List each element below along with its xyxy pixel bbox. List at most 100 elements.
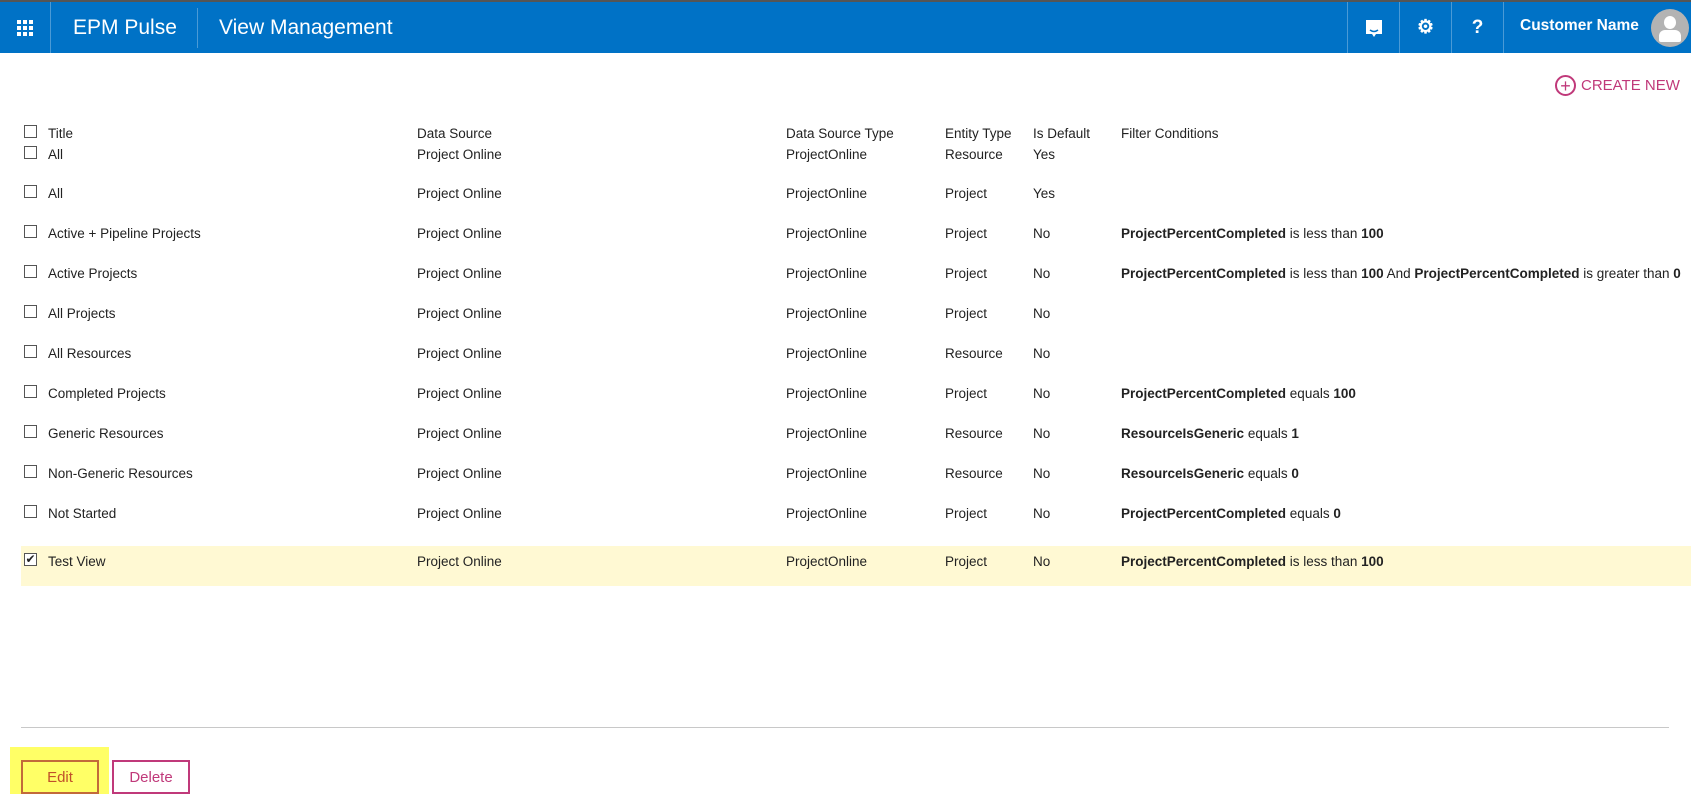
row-checkbox[interactable] (24, 146, 37, 159)
page-title: View Management (219, 16, 393, 39)
row-data-source: Project Online (417, 506, 502, 521)
row-data-source: Project Online (417, 147, 502, 162)
filter-operator: is greater than (1579, 266, 1674, 281)
delete-button[interactable]: Delete (112, 760, 190, 794)
feedback-icon (1365, 19, 1382, 37)
app-launcher-button[interactable] (0, 2, 51, 53)
row-data-source: Project Online (417, 466, 502, 481)
row-data-source-type: ProjectOnline (786, 386, 868, 401)
row-data-source-type: ProjectOnline (786, 554, 868, 569)
table-row[interactable]: Completed Projects Project Online Projec… (21, 378, 1691, 418)
filter-term: ProjectPercentCompleted (1121, 554, 1287, 569)
feedback-button[interactable] (1347, 2, 1399, 53)
row-title: All Resources (48, 346, 132, 361)
filter-operator: equals (1286, 506, 1334, 521)
row-checkbox[interactable] (24, 465, 37, 478)
filter-term: ProjectPercentCompleted (1121, 266, 1287, 281)
row-entity-type: Resource (945, 426, 1003, 441)
avatar-icon[interactable] (1651, 9, 1689, 47)
row-checkbox[interactable] (24, 385, 37, 398)
row-entity-type: Resource (945, 147, 1003, 162)
row-data-source-type: ProjectOnline (786, 226, 868, 241)
waffle-icon (17, 19, 33, 36)
user-name[interactable]: Customer Name (1520, 17, 1639, 35)
row-title: Completed Projects (48, 386, 166, 401)
row-entity-type: Project (945, 186, 988, 201)
filter-term: 0 (1291, 466, 1299, 481)
filter-operator: And (1383, 266, 1415, 281)
table-row[interactable]: Active Projects Project Online ProjectOn… (21, 258, 1691, 298)
row-filter-conditions: ProjectPercentCompleted is less than 100 (1121, 554, 1384, 569)
table-row[interactable]: All Project Online ProjectOnline Project… (21, 178, 1691, 218)
row-is-default: Yes (1033, 186, 1056, 201)
row-entity-type: Project (945, 266, 988, 281)
row-checkbox[interactable]: ✔ (24, 553, 37, 566)
table-row[interactable]: Active + Pipeline Projects Project Onlin… (21, 218, 1691, 258)
row-checkbox[interactable] (24, 225, 37, 238)
row-data-source-type: ProjectOnline (786, 186, 868, 201)
table-row[interactable]: All Resources Project Online ProjectOnli… (21, 338, 1691, 378)
row-data-source-type: ProjectOnline (786, 466, 868, 481)
table-row[interactable]: All Project Online ProjectOnline Resourc… (21, 139, 1691, 179)
table-row[interactable]: Not Started Project Online ProjectOnline… (21, 498, 1691, 538)
filter-term: 100 (1361, 554, 1384, 569)
row-entity-type: Project (945, 306, 988, 321)
select-all-checkbox[interactable] (24, 125, 37, 138)
filter-term: 100 (1333, 386, 1356, 401)
row-checkbox[interactable] (24, 305, 37, 318)
row-checkbox[interactable] (24, 345, 37, 358)
row-is-default: No (1033, 506, 1051, 521)
create-new-label: CREATE NEW (1581, 77, 1680, 94)
divider (21, 727, 1669, 728)
row-data-source-type: ProjectOnline (786, 306, 868, 321)
row-is-default: No (1033, 554, 1051, 569)
row-data-source: Project Online (417, 186, 502, 201)
plus-circle-icon: + (1555, 75, 1576, 96)
filter-term: 100 (1361, 266, 1384, 281)
row-title: All (48, 147, 64, 162)
edit-button[interactable]: Edit (21, 760, 99, 794)
row-data-source-type: ProjectOnline (786, 346, 868, 361)
filter-operator: is less than (1286, 226, 1362, 241)
help-button[interactable]: ? (1451, 2, 1503, 53)
row-entity-type: Resource (945, 466, 1003, 481)
table-row[interactable]: ✔ Test View Project Online ProjectOnline… (21, 546, 1691, 586)
row-title: All (48, 186, 64, 201)
table-row[interactable]: All Projects Project Online ProjectOnlin… (21, 298, 1691, 338)
row-is-default: No (1033, 466, 1051, 481)
row-checkbox[interactable] (24, 185, 37, 198)
row-data-source: Project Online (417, 226, 502, 241)
table-row[interactable]: Generic Resources Project Online Project… (21, 418, 1691, 458)
top-bar: EPM Pulse View Management ⚙ ? Customer N… (0, 0, 1691, 53)
row-filter-conditions: ProjectPercentCompleted equals 0 (1121, 506, 1341, 521)
table-row[interactable]: Non-Generic Resources Project Online Pro… (21, 458, 1691, 498)
settings-button[interactable]: ⚙ (1399, 2, 1451, 53)
row-title: Non-Generic Resources (48, 466, 193, 481)
row-checkbox[interactable] (24, 425, 37, 438)
gear-icon: ⚙ (1416, 17, 1435, 38)
row-entity-type: Project (945, 554, 988, 569)
app-name[interactable]: EPM Pulse (73, 16, 177, 40)
create-new-button[interactable]: + CREATE NEW (1555, 75, 1680, 96)
row-data-source: Project Online (417, 426, 502, 441)
row-data-source-type: ProjectOnline (786, 147, 868, 162)
divider (197, 8, 198, 48)
divider (1503, 2, 1504, 53)
row-is-default: No (1033, 266, 1051, 281)
row-data-source: Project Online (417, 346, 502, 361)
row-filter-conditions: ProjectPercentCompleted is less than 100 (1121, 226, 1384, 241)
filter-term: ProjectPercentCompleted (1121, 226, 1287, 241)
filter-operator: equals (1286, 386, 1334, 401)
row-title: All Projects (48, 306, 116, 321)
row-data-source: Project Online (417, 266, 502, 281)
row-data-source: Project Online (417, 306, 502, 321)
row-checkbox[interactable] (24, 265, 37, 278)
filter-term: ProjectPercentCompleted (1414, 266, 1580, 281)
row-is-default: Yes (1033, 147, 1056, 162)
row-filter-conditions: ResourceIsGeneric equals 1 (1121, 426, 1299, 441)
row-checkbox[interactable] (24, 505, 37, 518)
row-title: Active Projects (48, 266, 138, 281)
row-filter-conditions: ResourceIsGeneric equals 0 (1121, 466, 1299, 481)
row-entity-type: Project (945, 386, 988, 401)
filter-operator: equals (1244, 426, 1292, 441)
